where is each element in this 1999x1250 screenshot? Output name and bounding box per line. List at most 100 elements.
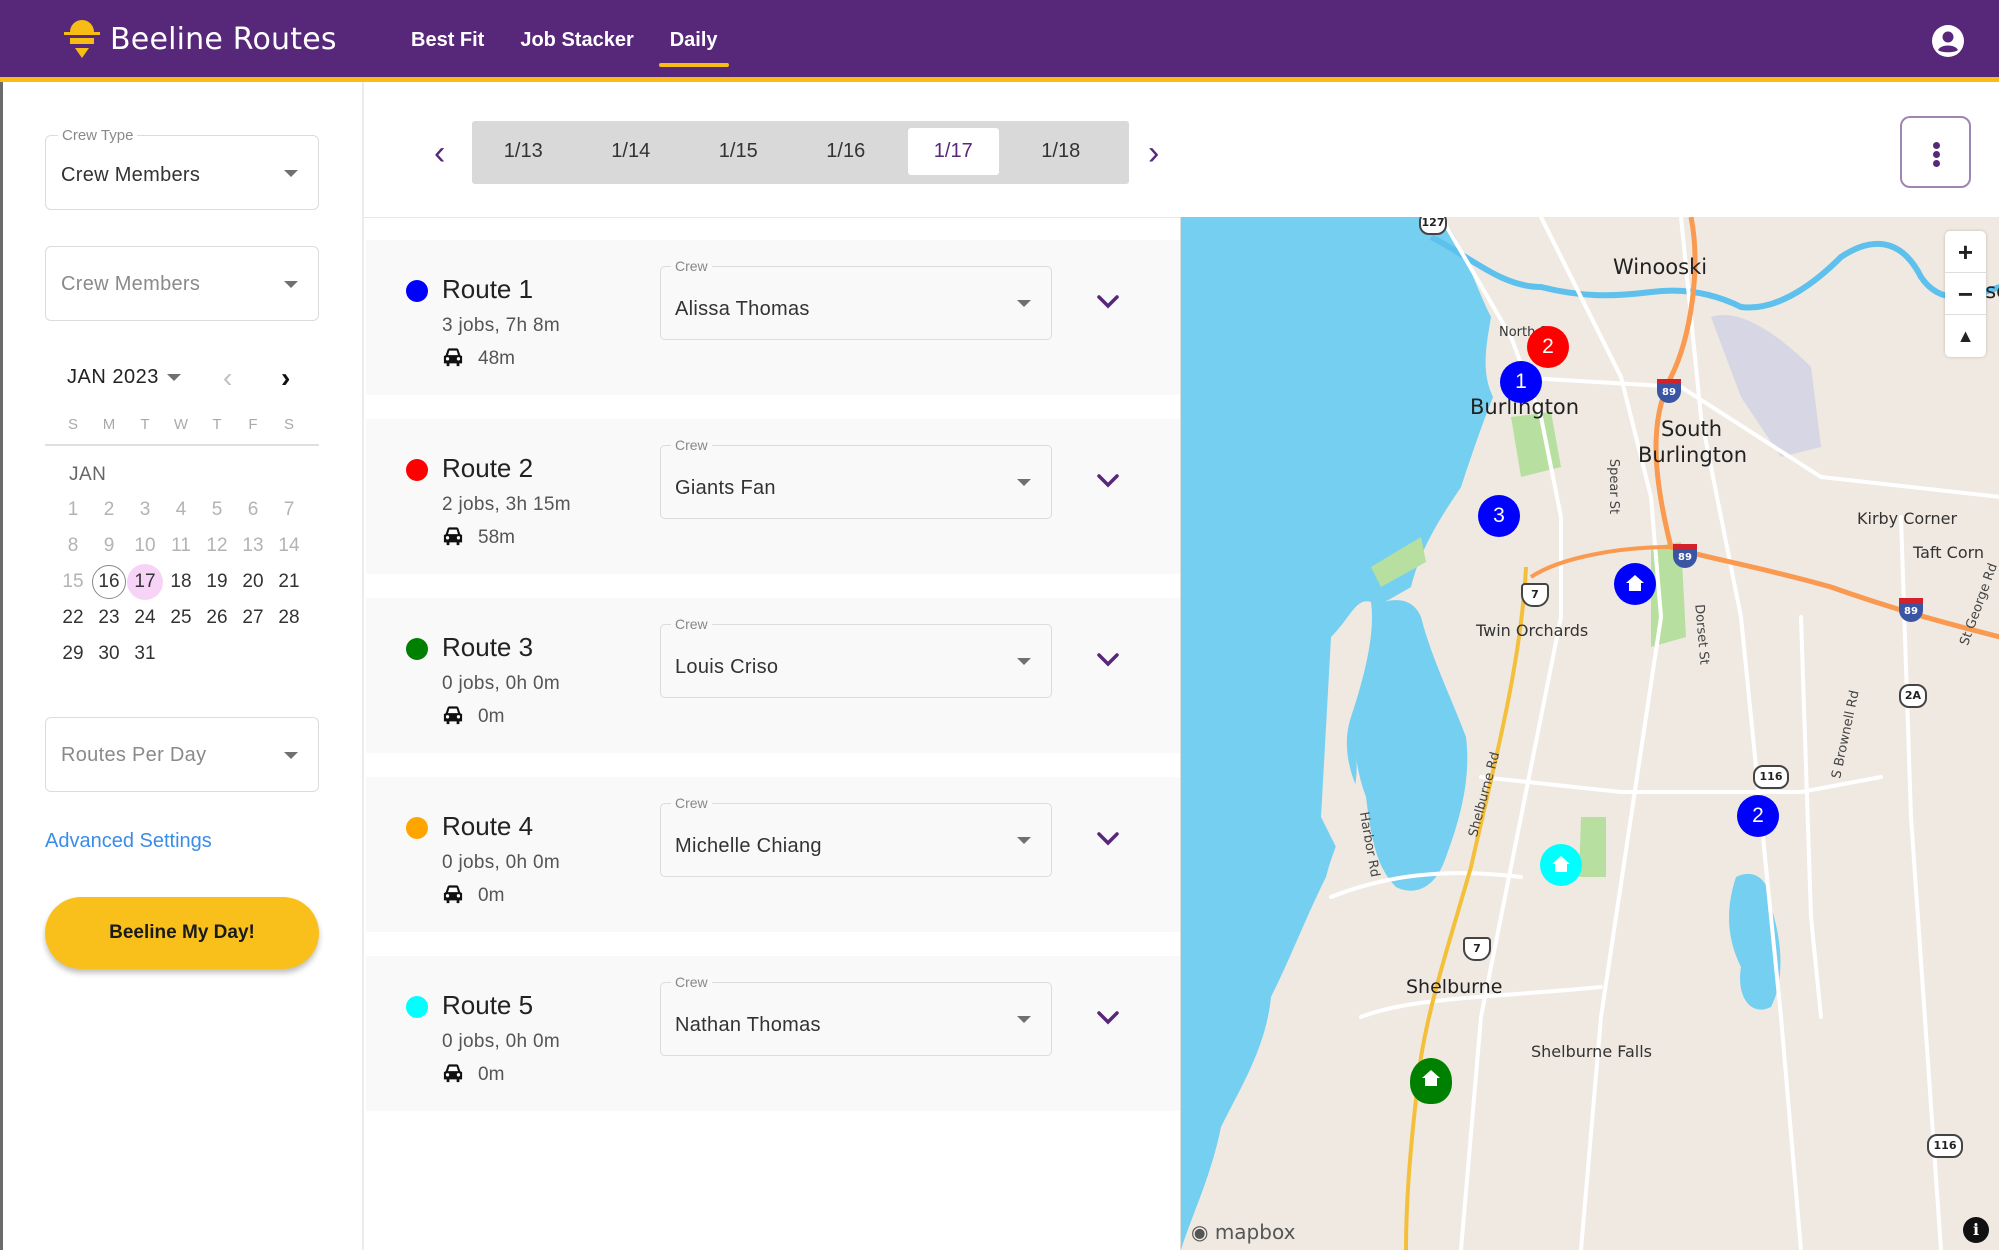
calendar-day[interactable]: 14 [271,528,307,564]
prev-month-chevron-icon[interactable]: ‹ [223,362,232,394]
route-name: Route 3 [442,632,534,662]
map-marker-route1-home[interactable] [1614,563,1656,605]
crew-select[interactable]: Crew Louis Criso [660,616,1052,698]
route-map[interactable]: Winooski Esse North St Burlington South … [1180,217,1999,1250]
map-marker-route5-home[interactable] [1540,844,1582,886]
calendar-day[interactable]: 2 [91,492,127,528]
dropdown-caret-icon [1017,1016,1031,1023]
date-tab-1-16[interactable]: 1/16 [801,128,892,175]
calendar-day[interactable]: 23 [91,600,127,636]
calendar-day[interactable]: 18 [163,564,199,600]
calendar-day[interactable]: 29 [55,636,91,672]
weekday-label: T [212,416,222,433]
marker-label: 2 [1542,335,1554,358]
compass-button[interactable]: ▲ [1945,315,1986,357]
map-marker-route1-stop-1[interactable]: 1 [1500,361,1542,403]
calendar-day[interactable]: 4 [163,492,199,528]
calendar-day[interactable]: 13 [235,528,271,564]
expand-chevron-icon[interactable] [1094,650,1122,670]
crew-members-select[interactable]: Crew Members [45,246,319,321]
calendar-day[interactable]: 10 [127,528,163,564]
route-color-dot [406,996,428,1018]
calendar-day[interactable]: 21 [271,564,307,600]
calendar-day[interactable]: 12 [199,528,235,564]
route-color-dot [406,459,428,481]
map-marker-route3-home[interactable] [1410,1058,1452,1104]
calendar-day[interactable]: 15 [55,564,91,600]
calendar-day-today[interactable]: 16 [92,565,126,599]
nav-daily[interactable]: Daily [658,0,729,77]
brand-logo[interactable]: Beeline Routes [62,18,337,60]
calendar-day[interactable]: 30 [91,636,127,672]
route-card-2: Route 2 2 jobs, 3h 15m 58m Crew Giants F… [366,419,1180,574]
nav-job-stacker[interactable]: Job Stacker [509,0,644,77]
route-116-shield: 116 [1753,765,1789,789]
calendar-day[interactable]: 7 [271,492,307,528]
zoom-out-button[interactable]: − [1945,273,1986,315]
map-marker-route2-stop-2[interactable]: 2 [1527,326,1569,368]
calendar-day[interactable]: 27 [235,600,271,636]
route-drive-time: 0m [478,885,505,906]
date-tab-1-13[interactable]: 1/13 [478,128,569,175]
calendar-day[interactable]: 6 [235,492,271,528]
crew-members-placeholder: Crew Members [61,273,201,295]
next-month-chevron-icon[interactable]: › [281,362,290,394]
date-tab-1-17[interactable]: 1/17 [908,128,999,175]
expand-chevron-icon[interactable] [1094,829,1122,849]
route-color-dot [406,638,428,660]
calendar-day-selected[interactable]: 17 [127,564,163,600]
beeline-my-day-button[interactable]: Beeline My Day! [45,897,319,969]
top-app-bar: Beeline Routes Best Fit Job Stacker Dail… [0,0,1999,82]
routes-per-day-select[interactable]: Routes Per Day [45,717,319,792]
calendar-day[interactable]: 26 [199,600,235,636]
calendar-day[interactable]: 28 [271,600,307,636]
crew-type-select[interactable]: Crew Type Crew Members [45,127,319,210]
date-tab-1-15[interactable]: 1/15 [693,128,784,175]
account-circle-icon[interactable] [1931,24,1965,58]
route-summary: 0 jobs, 0h 0m [442,852,560,873]
calendar-day[interactable]: 5 [199,492,235,528]
crew-select[interactable]: Crew Michelle Chiang [660,795,1052,877]
calendar-day[interactable]: 8 [55,528,91,564]
crew-select[interactable]: Crew Nathan Thomas [660,974,1052,1056]
date-tab-1-18[interactable]: 1/18 [1016,128,1107,175]
bee-logo-icon [64,20,100,58]
month-year-selector[interactable]: JAN 2023 [67,366,181,389]
expand-chevron-icon[interactable] [1094,471,1122,491]
expand-chevron-icon[interactable] [1094,1008,1122,1028]
map-marker-route1-stop-2[interactable]: 2 [1737,795,1779,837]
crew-select[interactable]: Crew Giants Fan [660,437,1052,519]
month-label: JAN [69,464,107,485]
route-card-3: Route 3 0 jobs, 0h 0m 0m Crew Louis Cris… [366,598,1180,753]
calendar-day[interactable]: 11 [163,528,199,564]
zoom-in-button[interactable]: + [1945,231,1986,273]
date-picker: JAN 2023 ‹ › SMTWTFS JAN 1 2 3 4 5 6 7 8 9 10 11 12… [45,358,319,672]
next-date-chevron-icon[interactable]: › [1148,134,1159,173]
prev-date-chevron-icon[interactable]: ‹ [434,134,445,173]
calendar-day[interactable]: 1 [55,492,91,528]
main-nav: Best Fit Job Stacker Daily [400,0,743,77]
map-marker-route1-stop-3[interactable]: 3 [1478,495,1520,537]
calendar-day[interactable]: 19 [199,564,235,600]
map-base-layer [1181,217,1999,1250]
date-tab-1-14[interactable]: 1/14 [586,128,677,175]
calendar-day[interactable]: 9 [91,528,127,564]
more-options-button[interactable] [1900,116,1971,188]
calendar-day[interactable]: 25 [163,600,199,636]
crew-select[interactable]: Crew Alissa Thomas [660,258,1052,340]
route-drive-time: 58m [478,527,515,548]
weekday-label: W [173,416,189,433]
map-info-icon[interactable]: i [1963,1217,1989,1243]
calendar-day[interactable]: 31 [127,636,163,672]
calendar-day[interactable]: 20 [235,564,271,600]
calendar-day[interactable]: 3 [127,492,163,528]
calendar-day[interactable]: 24 [127,600,163,636]
advanced-settings-link[interactable]: Advanced Settings [45,830,212,853]
expand-chevron-icon[interactable] [1094,292,1122,312]
mapbox-wordmark: mapbox [1214,1220,1296,1244]
home-icon [1422,1070,1440,1086]
mapbox-logo[interactable]: ◉ mapbox [1191,1220,1295,1244]
nav-best-fit[interactable]: Best Fit [400,0,495,77]
calendar-day[interactable]: 22 [55,600,91,636]
routes-per-day-placeholder: Routes Per Day [61,744,207,766]
